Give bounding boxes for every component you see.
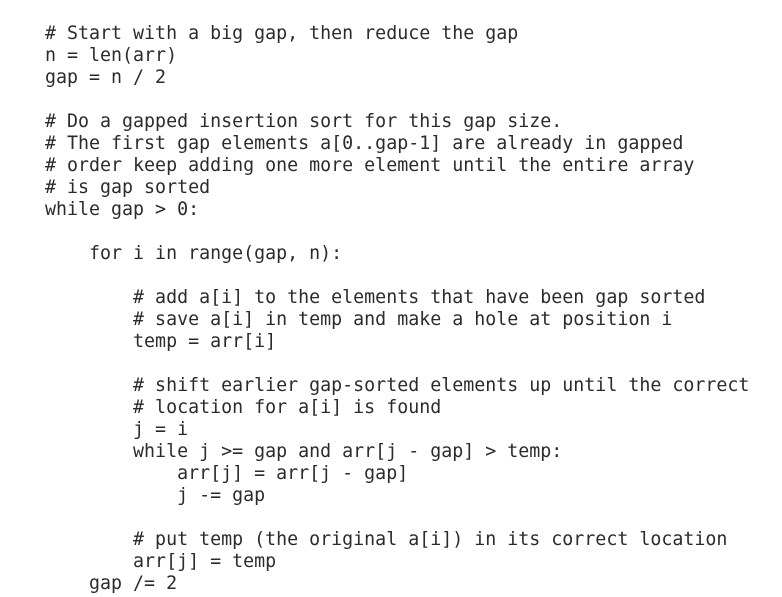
code-line: while j >= gap and arr[j - gap] > temp: (45, 441, 563, 462)
code-line: # Do a gapped insertion sort for this ga… (45, 111, 563, 132)
code-block: # Start with a big gap, then reduce the … (45, 23, 749, 595)
code-line: gap /= 2 (45, 573, 178, 594)
code-line: # add a[i] to the elements that have bee… (45, 287, 706, 308)
code-line: j -= gap (45, 485, 266, 506)
code-line: # The first gap elements a[0..gap-1] are… (45, 133, 684, 154)
code-line: while gap > 0: (45, 199, 200, 220)
code-line: # is gap sorted (45, 177, 211, 198)
code-line: arr[j] = arr[j - gap] (45, 463, 409, 484)
code-line: # put temp (the original a[i]) in its co… (45, 529, 728, 550)
code-line: arr[j] = temp (45, 551, 277, 572)
code-line: j = i (45, 419, 189, 440)
code-line: n = len(arr) (45, 45, 178, 66)
code-line: temp = arr[i] (45, 331, 277, 352)
code-line: # location for a[i] is found (45, 397, 442, 418)
code-line: for i in range(gap, n): (45, 243, 343, 264)
code-line: # shift earlier gap-sorted elements up u… (45, 375, 750, 396)
code-line: gap = n / 2 (45, 67, 167, 88)
code-line: # Start with a big gap, then reduce the … (45, 23, 519, 44)
code-line: # order keep adding one more element unt… (45, 155, 695, 176)
code-line: # save a[i] in temp and make a hole at p… (45, 309, 673, 330)
